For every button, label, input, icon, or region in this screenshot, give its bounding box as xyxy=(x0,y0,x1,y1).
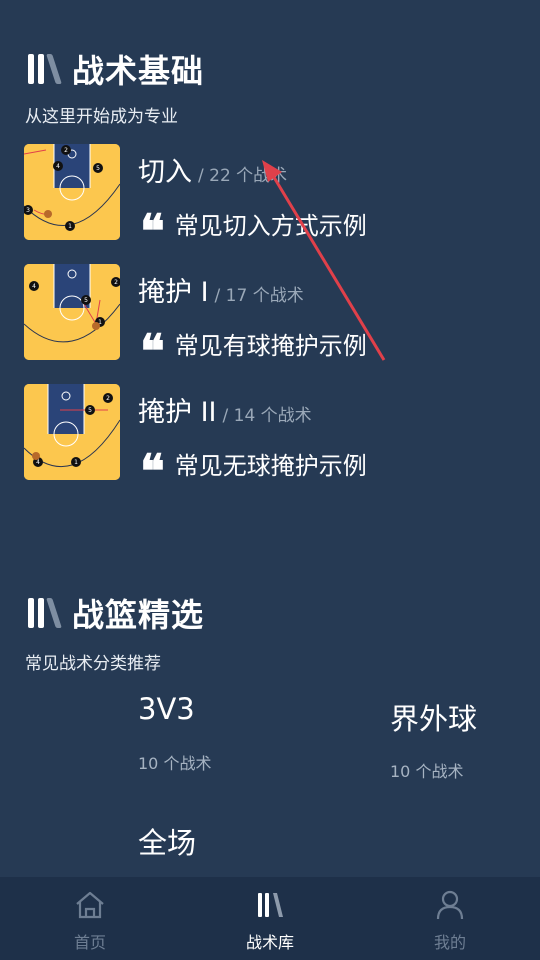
category-full-court[interactable]: 全场 xyxy=(138,820,196,862)
tab-label: 首页 xyxy=(73,933,106,952)
basics-title: 战术基础 xyxy=(72,52,205,90)
quote-icon: ❝ xyxy=(140,327,165,360)
court-diagram-ball-screen-icon: 4 2 5 1 xyxy=(24,264,120,360)
tactics-logo-icon xyxy=(26,52,66,86)
tab-tactics[interactable]: 战术库 xyxy=(180,877,360,960)
tactic-desc-text: 常见有球掩护示例 xyxy=(174,332,367,360)
category-name: 全场 xyxy=(138,826,197,860)
tactic-desc-text: 常见切入方式示例 xyxy=(174,212,367,240)
tactic-item-cut[interactable]: 2 4 5 3 1 切入 / 22 个战术 ❝ 常见切入方式示例 xyxy=(24,144,524,240)
bottom-tab-bar: 首页 战术库 我的 xyxy=(0,877,540,960)
tactic-count: / 17 个战术 xyxy=(214,286,304,306)
svg-text:4: 4 xyxy=(36,459,40,466)
quote-icon: ❝ xyxy=(140,207,165,240)
tactic-name: 掩护 I xyxy=(138,277,209,308)
tab-label: 战术库 xyxy=(245,933,294,952)
tactic-name: 切入 xyxy=(138,157,192,188)
tactic-title: 掩护 I/ 17 个战术 xyxy=(138,270,304,309)
featured-header: 战篮精选 xyxy=(26,590,204,636)
category-count: 10 个战术 xyxy=(138,754,212,773)
tactic-item-ball-screen[interactable]: 4 2 5 1 掩护 I/ 17 个战术 ❝ 常见有球掩护示例 xyxy=(24,264,524,360)
tab-home[interactable]: 首页 xyxy=(0,877,180,960)
tactic-name: 掩护 II xyxy=(138,397,217,428)
person-icon xyxy=(433,887,467,923)
tactic-count: / 22 个战术 xyxy=(198,166,288,186)
quote-icon: ❝ xyxy=(140,447,165,480)
basics-subtitle: 从这里开始成为专业 xyxy=(25,107,178,127)
basics-header: 战术基础 xyxy=(26,46,204,92)
svg-text:2: 2 xyxy=(106,395,110,402)
svg-text:2: 2 xyxy=(64,147,68,154)
tactics-logo-icon xyxy=(253,887,287,923)
svg-text:5: 5 xyxy=(88,407,92,414)
svg-text:2: 2 xyxy=(114,279,118,286)
svg-text:5: 5 xyxy=(84,297,88,304)
svg-text:1: 1 xyxy=(74,459,78,466)
svg-text:1: 1 xyxy=(68,223,72,230)
category-3v3[interactable]: 3V3 10 个战术 xyxy=(138,692,211,774)
home-icon xyxy=(73,887,107,923)
court-diagram-off-ball-screen-icon: 5 2 4 1 xyxy=(24,384,120,480)
svg-text:3: 3 xyxy=(26,207,30,214)
svg-text:4: 4 xyxy=(32,283,36,290)
tactic-description: ❝ 常见有球掩护示例 xyxy=(140,326,367,361)
tactic-desc-text: 常见无球掩护示例 xyxy=(174,452,367,480)
category-inbound[interactable]: 界外球 10 个战术 xyxy=(390,696,477,782)
category-count: 10 个战术 xyxy=(390,762,464,781)
svg-text:5: 5 xyxy=(96,165,100,172)
svg-text:4: 4 xyxy=(56,163,60,170)
tactic-item-off-ball-screen[interactable]: 5 2 4 1 掩护 II/ 14 个战术 ❝ 常见无球掩护示例 xyxy=(24,384,524,480)
tab-label: 我的 xyxy=(433,933,466,952)
tactic-description: ❝ 常见切入方式示例 xyxy=(140,206,367,241)
tactic-title: 掩护 II/ 14 个战术 xyxy=(138,390,312,429)
tab-mine[interactable]: 我的 xyxy=(360,877,540,960)
tactic-title: 切入 / 22 个战术 xyxy=(138,150,287,189)
tactics-logo-icon xyxy=(26,596,66,630)
category-name: 界外球 xyxy=(390,702,478,736)
category-name: 3V3 xyxy=(138,692,195,726)
tactic-count: / 14 个战术 xyxy=(222,406,312,426)
featured-title: 战篮精选 xyxy=(72,596,205,634)
featured-subtitle: 常见战术分类推荐 xyxy=(25,654,161,674)
tactic-description: ❝ 常见无球掩护示例 xyxy=(140,446,367,481)
court-diagram-cut-icon: 2 4 5 3 1 xyxy=(24,144,120,240)
